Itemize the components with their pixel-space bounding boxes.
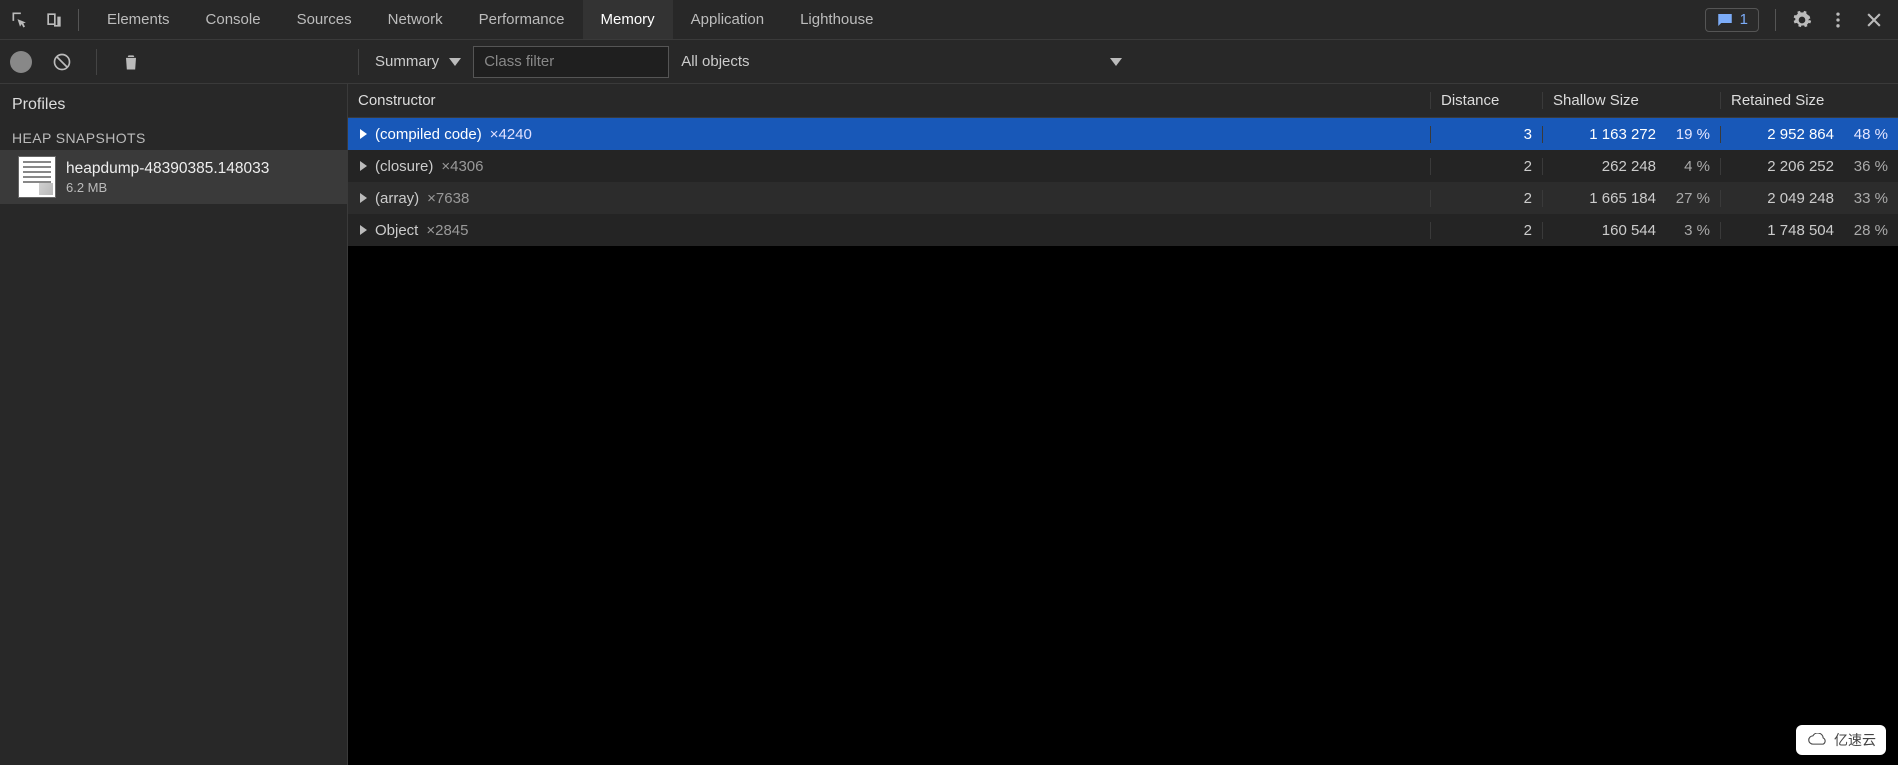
chevron-down-icon [449, 58, 461, 66]
snapshot-file-icon [18, 156, 56, 198]
memory-toolbar: Summary All objects [0, 40, 1898, 84]
cell-retained: 2 952 86448 % [1720, 126, 1898, 143]
tabs-container: ElementsConsoleSourcesNetworkPerformance… [89, 0, 1691, 39]
col-distance[interactable]: Distance [1430, 92, 1542, 109]
constructor-count: ×2845 [426, 222, 468, 239]
col-constructor[interactable]: Constructor [348, 92, 1430, 109]
device-toggle-icon[interactable] [44, 10, 64, 30]
watermark: 亿速云 [1796, 725, 1886, 755]
tab-lighthouse[interactable]: Lighthouse [782, 0, 891, 39]
cell-constructor: (compiled code) ×4240 [348, 126, 1430, 143]
expand-icon[interactable] [360, 161, 367, 171]
snapshot-meta: heapdump-48390385.148033 6.2 MB [66, 160, 269, 195]
cell-shallow: 1 665 18427 % [1542, 190, 1720, 207]
snapshot-name: heapdump-48390385.148033 [66, 160, 269, 178]
cell-retained: 2 049 24833 % [1720, 190, 1898, 207]
col-shallow-size[interactable]: Shallow Size [1542, 92, 1720, 109]
cell-constructor: (closure) ×4306 [348, 158, 1430, 175]
constructor-name: (closure) [375, 158, 433, 175]
watermark-text: 亿速云 [1834, 730, 1876, 750]
toolbar-left [6, 49, 354, 75]
scope-select[interactable]: All objects [669, 53, 1121, 70]
profiles-sidebar: Profiles HEAP SNAPSHOTS heapdump-4839038… [0, 84, 348, 765]
close-icon[interactable] [1864, 10, 1884, 30]
table-row[interactable]: Object ×2845 2160 5443 %1 748 50428 % [348, 214, 1898, 246]
clear-icon[interactable] [52, 52, 72, 72]
divider [1775, 9, 1776, 31]
constructor-count: ×4306 [441, 158, 483, 175]
message-icon [1716, 11, 1734, 29]
expand-icon[interactable] [360, 225, 367, 235]
cell-retained: 1 748 50428 % [1720, 222, 1898, 239]
table-body: (compiled code) ×4240 31 163 27219 %2 952 … [348, 118, 1898, 246]
table-row[interactable]: (array) ×7638 21 665 18427 %2 049 24833 % [348, 182, 1898, 214]
cell-shallow: 160 5443 % [1542, 222, 1720, 239]
view-select[interactable]: Summary [363, 53, 473, 70]
class-filter-input[interactable] [473, 46, 669, 78]
snapshot-size: 6.2 MB [66, 180, 269, 195]
tabbar-right-icons: 1 [1691, 8, 1898, 32]
issues-badge[interactable]: 1 [1705, 8, 1759, 32]
snapshot-item[interactable]: heapdump-48390385.148033 6.2 MB [0, 150, 347, 204]
cell-shallow: 1 163 27219 % [1542, 126, 1720, 143]
table-row[interactable]: (compiled code) ×4240 31 163 27219 %2 952 … [348, 118, 1898, 150]
scope-select-label: All objects [681, 53, 749, 70]
tab-performance[interactable]: Performance [461, 0, 583, 39]
expand-icon[interactable] [360, 129, 367, 139]
col-retained-size[interactable]: Retained Size [1720, 92, 1898, 109]
trash-icon[interactable] [121, 52, 141, 72]
tabbar-left-icons [0, 9, 89, 31]
view-select-label: Summary [375, 53, 439, 70]
table-row[interactable]: (closure) ×4306 2262 2484 %2 206 25236 % [348, 150, 1898, 182]
tab-application[interactable]: Application [673, 0, 782, 39]
cell-retained: 2 206 25236 % [1720, 158, 1898, 175]
tab-memory[interactable]: Memory [583, 0, 673, 39]
cloud-icon [1806, 733, 1828, 747]
heap-snapshots-header: HEAP SNAPSHOTS [0, 126, 347, 150]
inspect-icon[interactable] [10, 10, 30, 30]
record-button[interactable] [10, 51, 32, 73]
constructor-name: Object [375, 222, 418, 239]
cell-shallow: 262 2484 % [1542, 158, 1720, 175]
divider [78, 9, 79, 31]
expand-icon[interactable] [360, 193, 367, 203]
tab-elements[interactable]: Elements [89, 0, 188, 39]
profiles-header: Profiles [0, 94, 347, 126]
constructor-name: (array) [375, 190, 419, 207]
table-header: Constructor Distance Shallow Size Retain… [348, 84, 1898, 118]
tab-sources[interactable]: Sources [279, 0, 370, 39]
cell-distance: 3 [1430, 126, 1542, 143]
constructor-count: ×7638 [427, 190, 469, 207]
issues-count: 1 [1740, 11, 1748, 28]
constructor-count: ×4240 [490, 126, 532, 143]
cell-constructor: Object ×2845 [348, 222, 1430, 239]
cell-distance: 2 [1430, 222, 1542, 239]
kebab-menu-icon[interactable] [1828, 10, 1848, 30]
chevron-down-icon [1110, 58, 1122, 66]
tab-console[interactable]: Console [188, 0, 279, 39]
gear-icon[interactable] [1792, 10, 1812, 30]
cell-distance: 2 [1430, 190, 1542, 207]
main-area: Profiles HEAP SNAPSHOTS heapdump-4839038… [0, 84, 1898, 765]
tab-network[interactable]: Network [370, 0, 461, 39]
separator [96, 49, 97, 75]
devtools-tabbar: ElementsConsoleSourcesNetworkPerformance… [0, 0, 1898, 40]
constructors-table: Constructor Distance Shallow Size Retain… [348, 84, 1898, 765]
separator [358, 49, 359, 75]
constructor-name: (compiled code) [375, 126, 482, 143]
cell-constructor: (array) ×7638 [348, 190, 1430, 207]
cell-distance: 2 [1430, 158, 1542, 175]
